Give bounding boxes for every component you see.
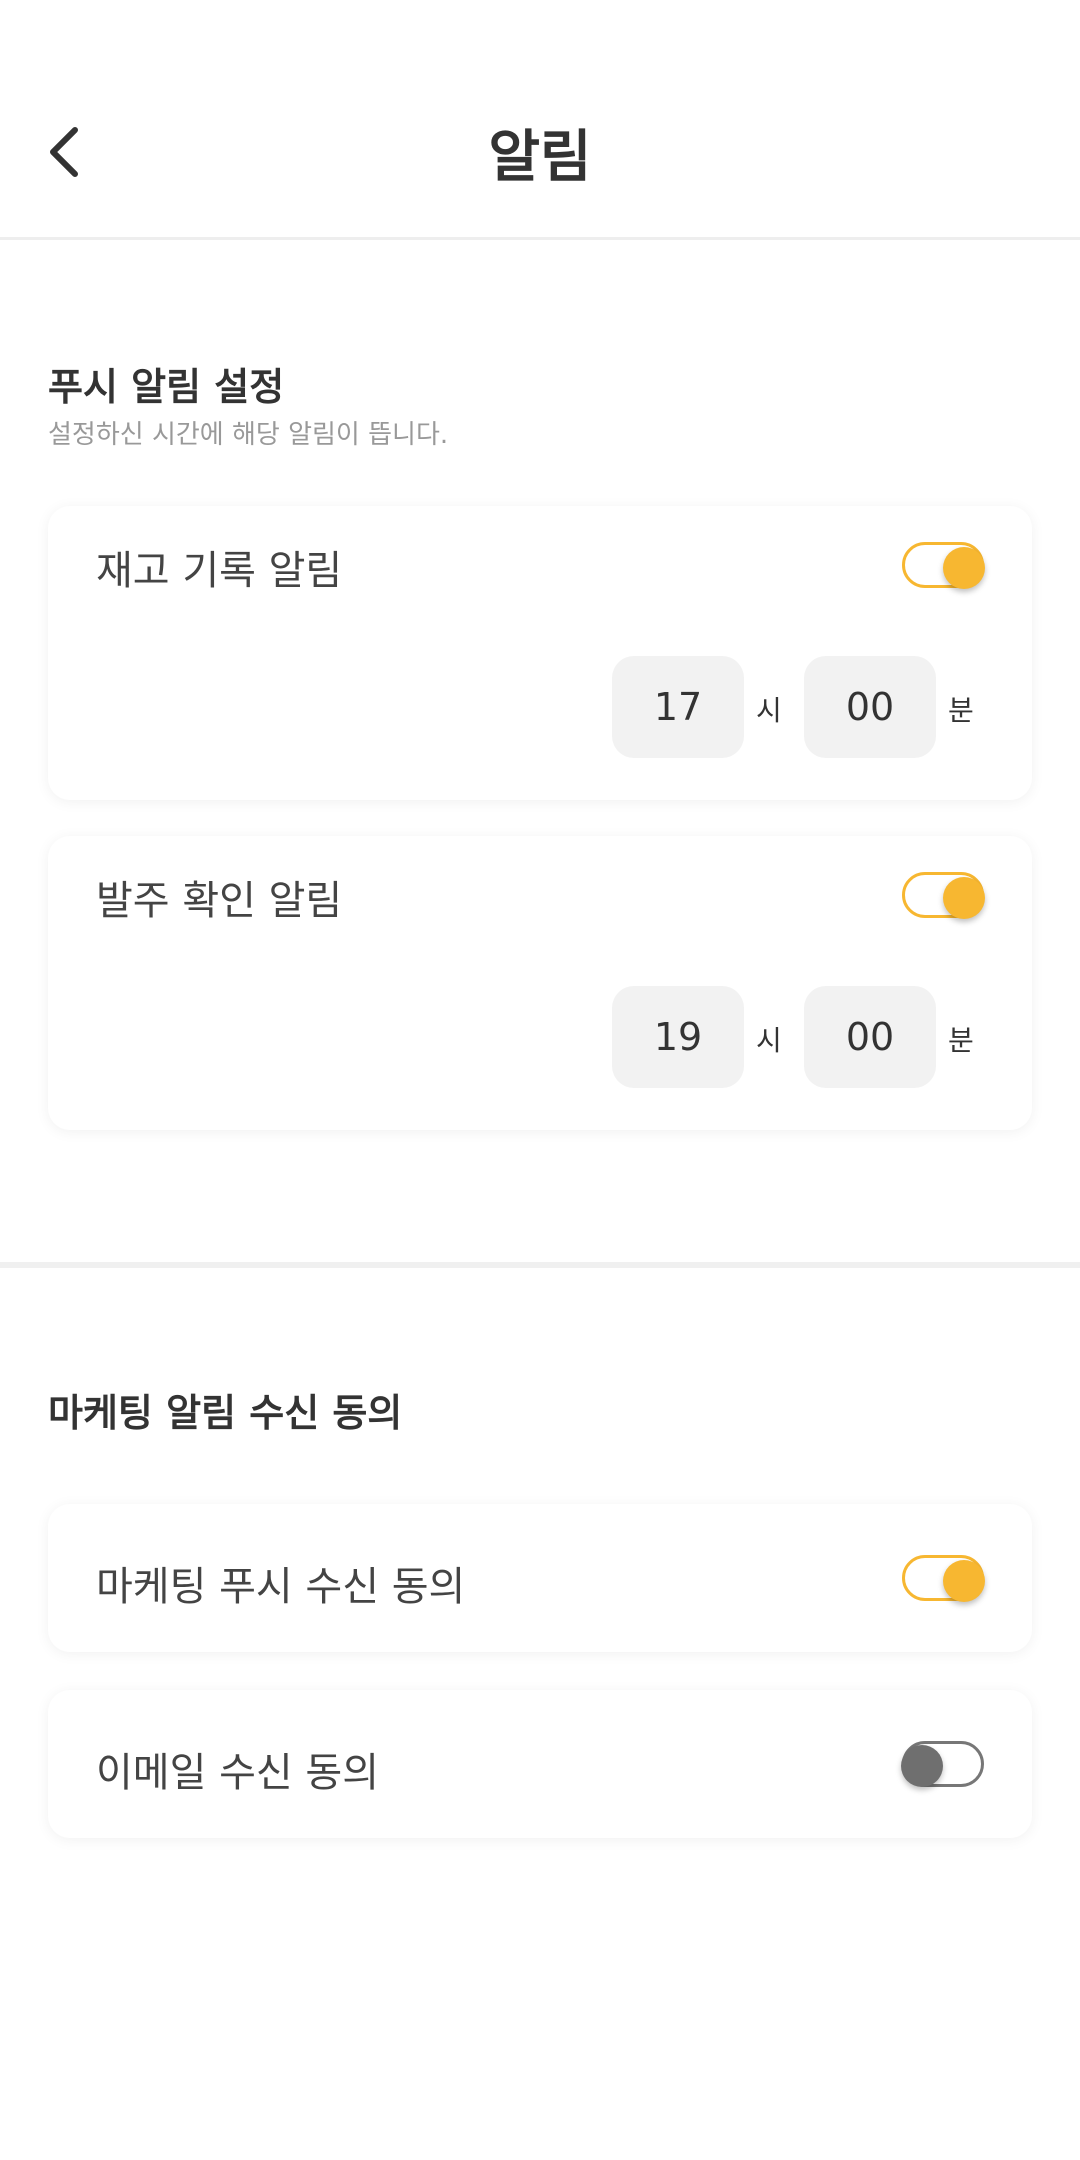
marketing-push-consent-toggle[interactable] — [902, 1555, 985, 1602]
order-confirm-alarm-toggle[interactable] — [902, 872, 985, 919]
stock-record-hour-input[interactable]: 17 — [612, 656, 744, 758]
toggle-knob — [943, 547, 985, 589]
toggle-knob — [901, 1745, 943, 1787]
page-title: 알림 — [488, 125, 592, 190]
minute-unit-label: 분 — [948, 1024, 974, 1057]
marketing-push-consent-card: 마케팅 푸시 수신 동의 — [48, 1504, 1032, 1652]
stock-record-alarm-card: 재고 기록 알림 17 시 00 분 — [48, 506, 1032, 800]
email-consent-card: 이메일 수신 동의 — [48, 1690, 1032, 1838]
push-section-title: 푸시 알림 설정 — [48, 365, 285, 409]
order-confirm-hour-input[interactable]: 19 — [612, 986, 744, 1088]
section-divider — [0, 1262, 1080, 1268]
stock-record-minute-input[interactable]: 00 — [804, 656, 936, 758]
marketing-section-title: 마케팅 알림 수신 동의 — [48, 1391, 403, 1435]
app-header: 알림 — [0, 0, 1080, 240]
email-consent-toggle[interactable] — [901, 1741, 984, 1787]
marketing-push-consent-label: 마케팅 푸시 수신 동의 — [96, 1564, 466, 1610]
email-consent-label: 이메일 수신 동의 — [96, 1750, 380, 1796]
push-section-description: 설정하신 시간에 해당 알림이 뜹니다. — [48, 420, 449, 450]
stock-record-alarm-toggle[interactable] — [902, 542, 985, 589]
hour-unit-label: 시 — [756, 694, 782, 727]
stock-record-alarm-label: 재고 기록 알림 — [96, 548, 343, 594]
hour-unit-label: 시 — [756, 1024, 782, 1057]
toggle-knob — [943, 877, 985, 919]
order-confirm-alarm-label: 발주 확인 알림 — [96, 878, 343, 924]
order-confirm-alarm-card: 발주 확인 알림 19 시 00 분 — [48, 836, 1032, 1130]
order-confirm-minute-input[interactable]: 00 — [804, 986, 936, 1088]
minute-unit-label: 분 — [948, 694, 974, 727]
toggle-knob — [943, 1560, 985, 1602]
